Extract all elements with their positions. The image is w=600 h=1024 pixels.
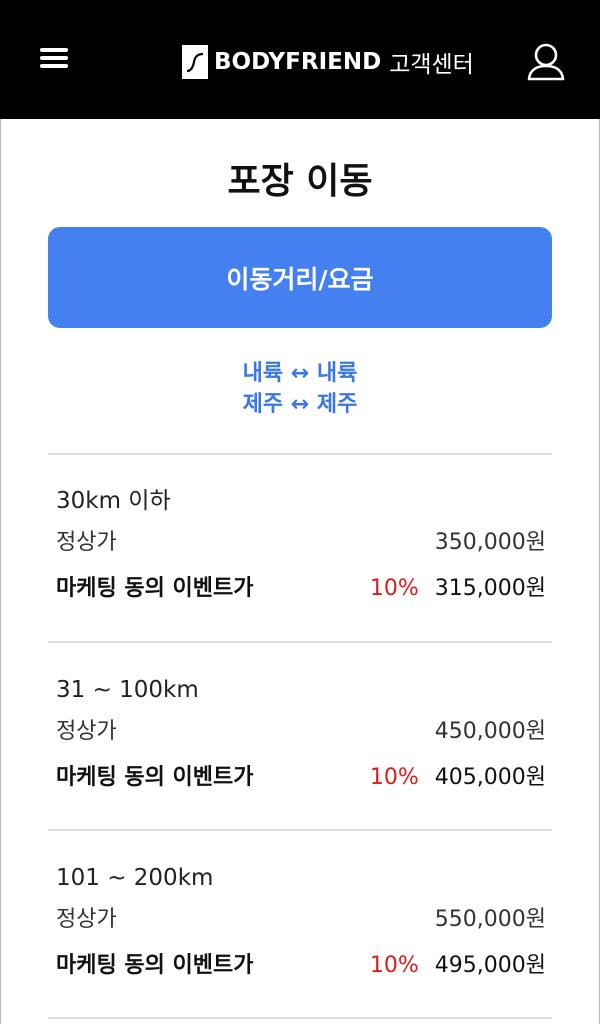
regular-price-row: 정상가 450,000원: [56, 717, 546, 747]
user-account-icon[interactable]: [526, 42, 566, 82]
page-border-left: [0, 119, 1, 1024]
event-price-value: 495,000원: [434, 953, 546, 978]
discount-rate: 10%: [369, 765, 419, 790]
hamburger-menu-icon[interactable]: [40, 48, 70, 72]
event-price-value: 405,000원: [434, 765, 546, 790]
app-header: BODYFRIEND 고객센터: [0, 0, 600, 119]
route-labels: 내륙 ↔ 내륙 제주 ↔ 제주: [0, 358, 600, 420]
regular-price-label: 정상가: [56, 719, 117, 744]
route-jeju: 제주 ↔ 제주: [242, 392, 358, 417]
event-price-group: 10% 315,000원: [370, 574, 546, 604]
regular-price-label: 정상가: [56, 907, 117, 932]
regular-price-value: 350,000원: [434, 530, 546, 555]
event-price-group: 10% 495,000원: [370, 951, 546, 981]
distance-fee-tab-button[interactable]: 이동거리/요금: [48, 227, 552, 328]
page-title: 포장 이동: [227, 161, 373, 202]
distance-range: 31 ~ 100km: [56, 677, 199, 703]
price-section-3: 101 ~ 200km 정상가 550,000원 마케팅 동의 이벤트가 10%…: [56, 863, 546, 981]
regular-price-row: 정상가 550,000원: [56, 905, 546, 935]
regular-price-value: 450,000원: [434, 719, 546, 744]
discount-rate: 10%: [369, 953, 419, 978]
divider: [48, 829, 552, 831]
event-price-label: 마케팅 동의 이벤트가: [56, 953, 254, 978]
event-price-label: 마케팅 동의 이벤트가: [56, 765, 254, 790]
price-section-2: 31 ~ 100km 정상가 450,000원 마케팅 동의 이벤트가 10% 4…: [56, 675, 546, 793]
distance-range: 101 ~ 200km: [56, 865, 214, 891]
event-price-value: 315,000원: [434, 576, 546, 601]
regular-price-value: 550,000원: [434, 907, 546, 932]
brand-subtitle: 고객센터: [389, 52, 474, 78]
divider: [48, 641, 552, 643]
event-price-group: 10% 405,000원: [370, 763, 546, 793]
distance-range: 30km 이하: [56, 488, 171, 514]
price-section-1: 30km 이하 정상가 350,000원 마케팅 동의 이벤트가 10% 315,…: [56, 486, 546, 604]
discount-rate: 10%: [369, 576, 419, 601]
brand-name: BODYFRIEND: [214, 49, 382, 75]
event-price-row: 마케팅 동의 이벤트가 10% 495,000원: [56, 951, 546, 981]
brand-logo-link[interactable]: BODYFRIEND 고객센터: [182, 44, 474, 80]
route-mainland: 내륙 ↔ 내륙: [242, 361, 358, 386]
event-price-row: 마케팅 동의 이벤트가 10% 315,000원: [56, 574, 546, 604]
regular-price-label: 정상가: [56, 530, 117, 555]
regular-price-row: 정상가 350,000원: [56, 528, 546, 558]
divider: [48, 453, 552, 455]
divider: [48, 1017, 552, 1019]
bodyfriend-logo-icon: [182, 45, 208, 79]
event-price-row: 마케팅 동의 이벤트가 10% 405,000원: [56, 763, 546, 793]
event-price-label: 마케팅 동의 이벤트가: [56, 576, 254, 601]
